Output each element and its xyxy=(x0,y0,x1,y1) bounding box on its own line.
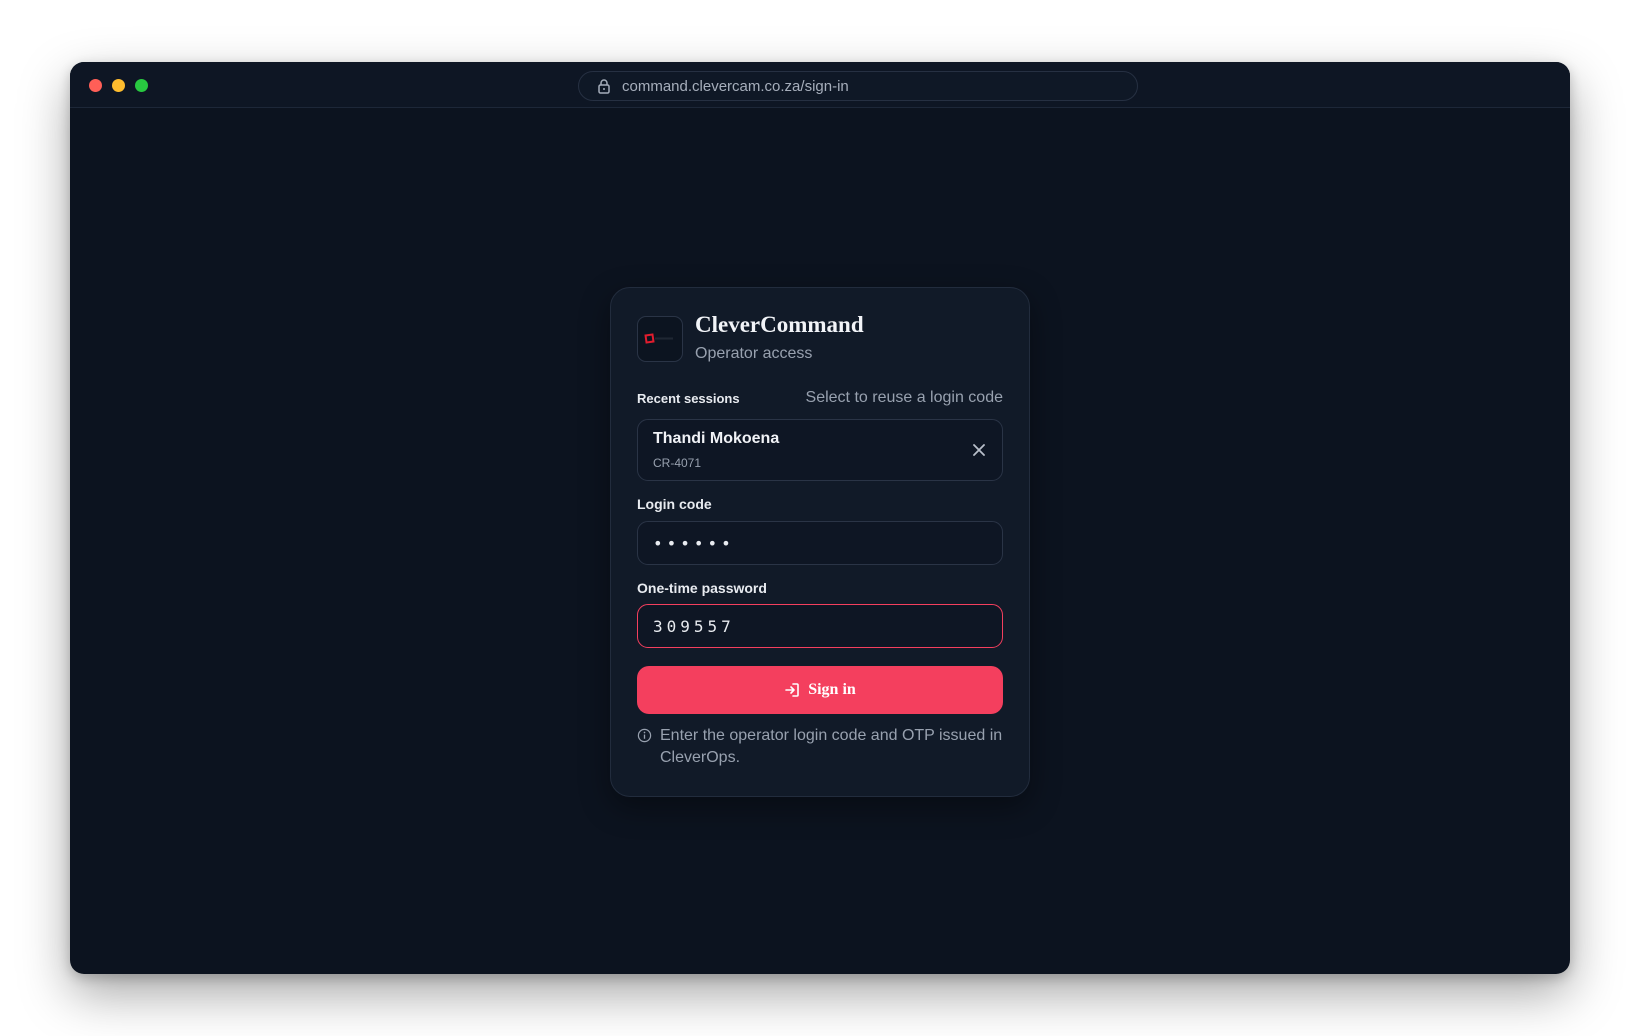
sign-in-icon xyxy=(785,683,800,697)
otp-input[interactable]: 309557 xyxy=(637,604,1003,648)
help-text: Enter the operator login code and OTP is… xyxy=(660,727,1003,766)
info-icon xyxy=(637,728,652,743)
close-icon xyxy=(973,444,985,456)
sign-in-label: Sign in xyxy=(808,681,856,698)
session-user-code: CR-4071 xyxy=(653,456,702,470)
window-close-button[interactable] xyxy=(89,79,102,92)
login-code-label: Login code xyxy=(637,496,712,512)
recent-session-item[interactable]: Thandi Mokoena CR-4071 xyxy=(637,419,1003,481)
lock-icon xyxy=(598,79,610,94)
page-url: command.clevercam.co.za/sign-in xyxy=(622,77,849,95)
browser-window: command.clevercam.co.za/sign-in CleverCo… xyxy=(70,62,1570,974)
clevercam-logo-icon xyxy=(637,316,683,362)
recent-sessions-hint: Select to reuse a login code xyxy=(805,389,1003,406)
sign-in-button[interactable]: Sign in xyxy=(637,666,1003,714)
window-minimize-button[interactable] xyxy=(112,79,125,92)
session-user-name: Thandi Mokoena xyxy=(653,430,780,447)
window-maximize-button[interactable] xyxy=(135,79,148,92)
app-brand-title: CleverCommand xyxy=(695,312,864,337)
app-subtitle: Operator access xyxy=(695,345,813,362)
otp-label: One-time password xyxy=(637,580,767,596)
help-note: Enter the operator login code and OTP is… xyxy=(637,725,1003,769)
login-code-input[interactable]: •••••• xyxy=(637,521,1003,565)
sign-in-card: CleverCommand Operator access Recent ses… xyxy=(610,287,1030,797)
recent-sessions-label: Recent sessions xyxy=(637,391,740,406)
address-bar[interactable]: command.clevercam.co.za/sign-in xyxy=(578,71,1138,101)
browser-titlebar: command.clevercam.co.za/sign-in xyxy=(70,62,1570,108)
remove-session-button[interactable] xyxy=(970,441,988,459)
